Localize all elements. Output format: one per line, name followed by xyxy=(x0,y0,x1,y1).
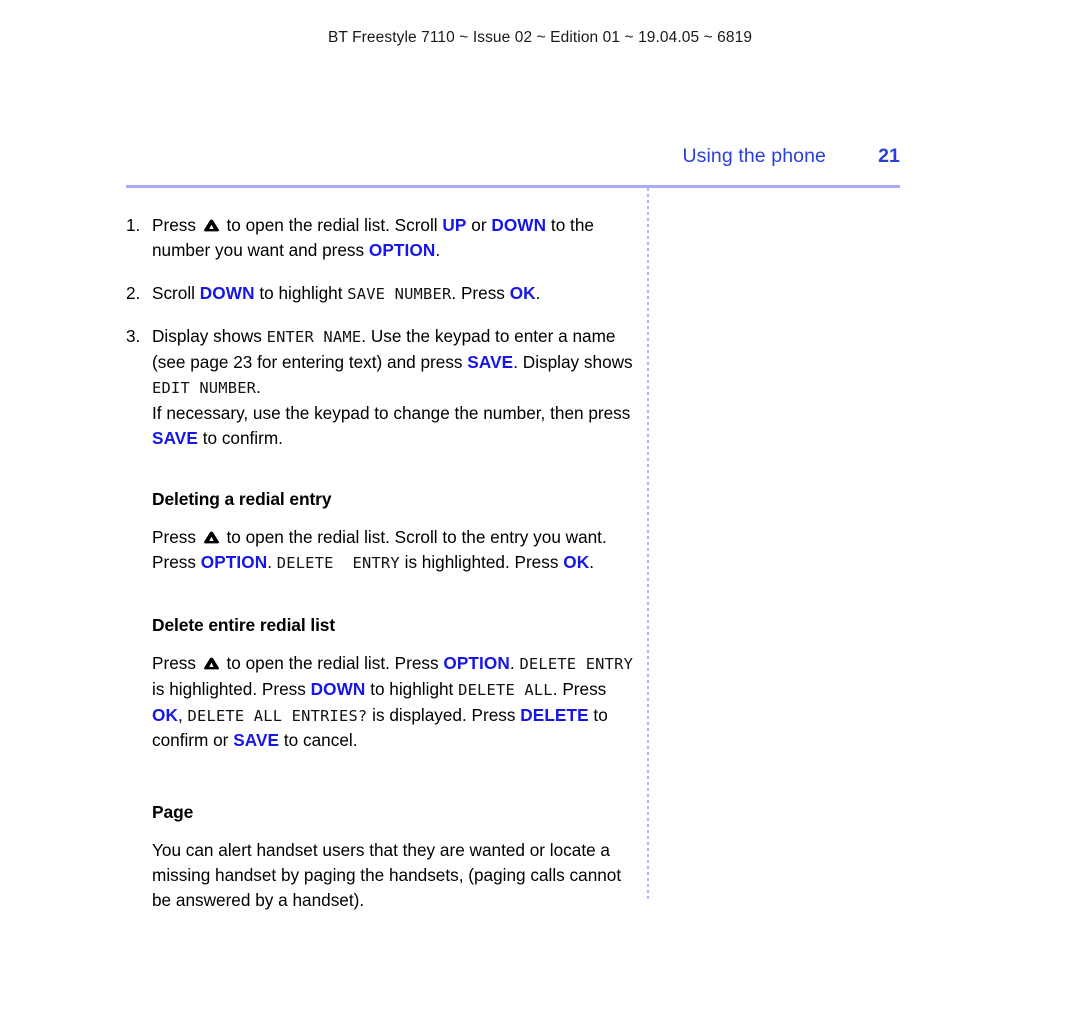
up-triangle-key-icon xyxy=(203,219,220,232)
keyword-option: OPTION xyxy=(200,552,268,573)
keyword-save: SAVE xyxy=(467,352,514,373)
up-triangle-key-icon xyxy=(203,531,220,544)
step-body: Press to open the redial list. Scroll UP… xyxy=(152,215,594,260)
body-text-run: Press xyxy=(152,215,201,235)
step-item: 3. Display shows ENTER NAME. Use the keyp… xyxy=(126,324,636,450)
body-text-run: If necessary, use the keypad to change t… xyxy=(152,402,631,423)
section-heading: Deleting a redial entry xyxy=(152,489,332,510)
body-text-run: . xyxy=(435,239,441,260)
keyword-delete: DELETE xyxy=(520,704,589,725)
step-item: 2. Scroll DOWN to highlight SAVE NUMBER. … xyxy=(126,281,636,307)
keyword-down: DOWN xyxy=(199,282,255,303)
display-text: DELETE ENTRY xyxy=(519,654,634,673)
column-divider-dotted-rule xyxy=(647,188,649,900)
step-number: 3. xyxy=(126,326,141,347)
display-text: DELETE ENTRY xyxy=(276,554,400,573)
display-text: DELETE ALL xyxy=(458,680,553,699)
body-text-run: or xyxy=(466,215,492,235)
main-content-column: 1. Press to open the redial list. Scroll … xyxy=(126,213,636,913)
display-text: EDIT NUMBER xyxy=(152,378,257,397)
keyword-ok: OK xyxy=(509,282,536,303)
body-text-run: to cancel. xyxy=(279,730,358,751)
section-heading: Delete entire redial list xyxy=(152,614,336,635)
step-item: 1. Press to open the redial list. Scroll … xyxy=(126,213,636,263)
header-horizontal-rule xyxy=(126,185,900,188)
document-imprint-line: BT Freestyle 7110 ~ Issue 02 ~ Edition 0… xyxy=(327,29,753,46)
keyword-save: SAVE xyxy=(152,427,198,448)
keyword-up: UP xyxy=(442,215,467,235)
keyword-down: DOWN xyxy=(310,678,366,699)
body-text-run: Press xyxy=(152,527,201,548)
body-text-run: , xyxy=(177,704,188,725)
body-text-run: to confirm. xyxy=(197,427,283,448)
body-text-run: to highlight xyxy=(254,282,348,303)
body-text-run: . xyxy=(589,552,594,573)
running-head: Using the phone 21 xyxy=(126,145,900,171)
body-text-run: is highlighted. Press xyxy=(399,552,564,573)
section-paragraph: You can alert handset users that they ar… xyxy=(152,838,636,912)
body-text-run: Display shows xyxy=(152,326,267,347)
keyword-ok: OK xyxy=(152,704,178,725)
body-text-run: Scroll xyxy=(152,282,200,303)
body-text-run: to open the redial list. Scroll xyxy=(221,215,443,235)
keyword-ok: OK xyxy=(563,552,590,573)
step-body: Display shows ENTER NAME. Use the keypad… xyxy=(152,326,633,447)
up-triangle-key-icon xyxy=(203,657,220,670)
body-text-run: is highlighted. Press xyxy=(152,678,311,699)
body-text-run: . xyxy=(256,376,261,397)
body-text-run: . xyxy=(535,282,541,303)
display-text: ENTER NAME xyxy=(266,328,362,347)
body-text-run: to open the redial list. Press xyxy=(221,652,444,673)
section-paragraph: Press to open the redial list. Press OPT… xyxy=(152,651,636,753)
keyword-option: OPTION xyxy=(368,239,436,260)
body-text-run: is displayed. Press xyxy=(367,704,521,725)
numbered-step-list: 1. Press to open the redial list. Scroll … xyxy=(126,213,636,450)
keyword-down: DOWN xyxy=(491,215,547,235)
section-paragraph: Press to open the redial list. Scroll to… xyxy=(152,525,636,576)
keyword-save: SAVE xyxy=(233,730,280,751)
body-text-run: . xyxy=(509,652,520,673)
body-text-run: to highlight xyxy=(365,678,459,699)
body-text-run: You can alert handset users that they ar… xyxy=(152,840,622,910)
sections-host: Deleting a redial entry Press to open the… xyxy=(126,487,636,912)
body-text-run: . xyxy=(267,552,277,573)
keyword-option: OPTION xyxy=(443,652,510,673)
page-number: 21 xyxy=(878,145,900,167)
step-number: 1. xyxy=(126,215,141,235)
section-heading: Page xyxy=(152,802,194,823)
body-text-run: . Display shows xyxy=(513,352,633,373)
step-number: 2. xyxy=(126,282,141,303)
body-text-run: . Press xyxy=(552,678,607,699)
display-text: DELETE ALL ENTRIES? xyxy=(187,706,368,725)
body-text-run: Press xyxy=(152,652,201,673)
display-text: SAVE NUMBER xyxy=(347,284,452,303)
running-head-title: Using the phone xyxy=(682,145,826,167)
body-text-run: . Press xyxy=(451,282,510,303)
step-body: Scroll DOWN to highlight SAVE NUMBER. Pr… xyxy=(152,283,540,303)
